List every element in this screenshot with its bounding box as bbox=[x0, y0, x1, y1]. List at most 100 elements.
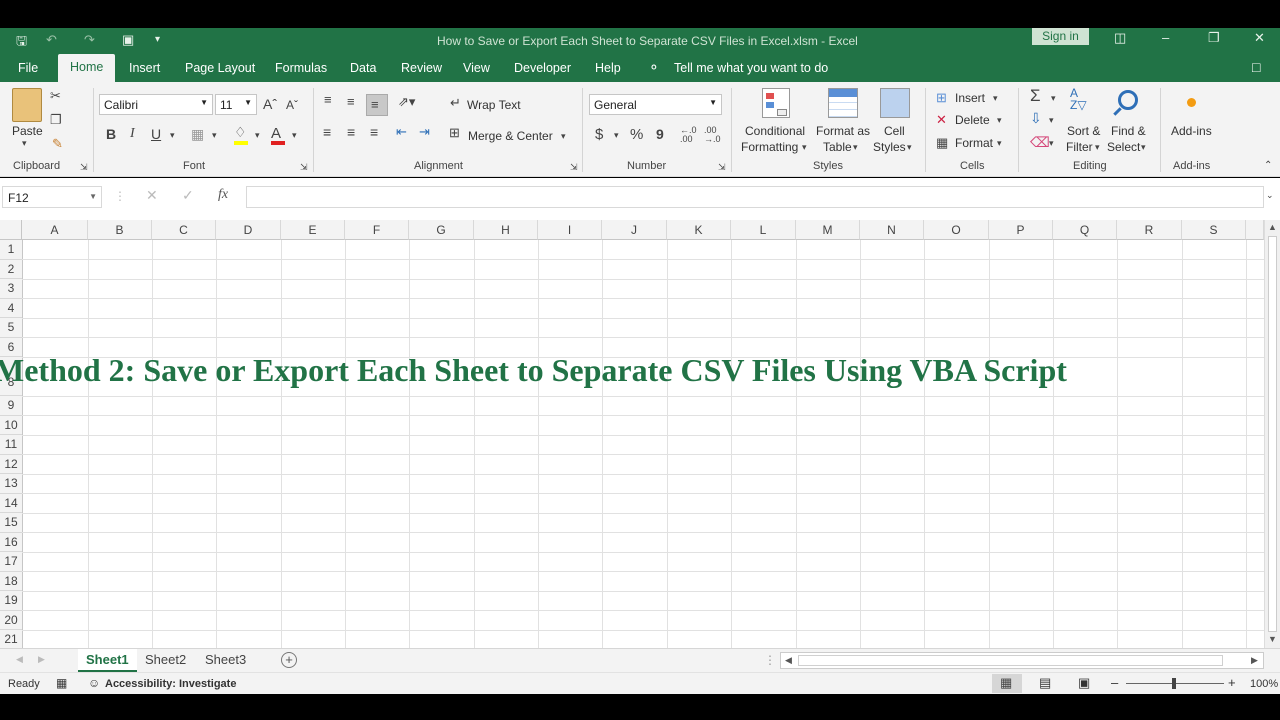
column-header[interactable]: E bbox=[281, 220, 345, 240]
undo-icon[interactable]: ↶ bbox=[46, 32, 57, 48]
save-icon[interactable]: 🖫 bbox=[16, 32, 27, 54]
row-header[interactable]: 9 bbox=[0, 396, 22, 416]
ribbon-display-icon[interactable]: ◫ bbox=[1114, 30, 1126, 46]
tab-data[interactable]: Data bbox=[350, 61, 376, 75]
tab-insert[interactable]: Insert bbox=[129, 61, 160, 75]
row-header[interactable]: 1 bbox=[0, 240, 22, 260]
zoom-slider-thumb[interactable] bbox=[1172, 678, 1176, 689]
sort-filter-dropdown-icon[interactable]: ▾ bbox=[1095, 142, 1100, 153]
tab-view[interactable]: View bbox=[463, 61, 490, 75]
scroll-right-icon[interactable]: ▶ bbox=[1251, 655, 1258, 666]
tell-me-search[interactable]: Tell me what you want to do bbox=[674, 61, 828, 75]
align-right-icon[interactable]: ≡ bbox=[370, 124, 378, 140]
conditional-formatting-line2[interactable]: Formatting bbox=[741, 140, 798, 154]
row-header[interactable]: 15 bbox=[0, 513, 22, 533]
delete-cells-dropdown-icon[interactable]: ▾ bbox=[997, 115, 1002, 126]
format-painter-icon[interactable]: ✎ bbox=[52, 136, 63, 152]
top-align-icon[interactable]: ≡ bbox=[324, 92, 332, 107]
delete-cells-icon[interactable]: ✕ bbox=[936, 112, 947, 128]
zoom-level[interactable]: 100% bbox=[1250, 678, 1278, 690]
column-header[interactable]: P bbox=[989, 220, 1053, 240]
sort-filter-line2[interactable]: Filter bbox=[1066, 140, 1093, 154]
column-header[interactable]: I bbox=[538, 220, 602, 240]
row-header[interactable]: 10 bbox=[0, 415, 22, 435]
page-break-view-icon[interactable]: ▣ bbox=[1078, 675, 1090, 691]
row-header[interactable]: 11 bbox=[0, 435, 22, 455]
clipboard-launcher-icon[interactable]: ⇲ bbox=[80, 162, 88, 173]
conditional-formatting-line1[interactable]: Conditional bbox=[745, 124, 805, 138]
increase-font-icon[interactable]: Aˆ bbox=[263, 96, 277, 112]
macro-recording-icon[interactable]: ▦ bbox=[56, 676, 67, 690]
increase-decimal-icon[interactable]: ←.0.00 bbox=[680, 126, 697, 144]
paste-button[interactable]: Paste bbox=[12, 124, 43, 138]
sheet-tab-sheet2[interactable]: Sheet2 bbox=[137, 649, 194, 672]
tab-review[interactable]: Review bbox=[401, 61, 442, 75]
font-launcher-icon[interactable]: ⇲ bbox=[300, 162, 308, 173]
fill-dropdown-icon[interactable]: ▾ bbox=[1049, 115, 1054, 126]
column-header[interactable]: C bbox=[152, 220, 216, 240]
row-header[interactable]: 3 bbox=[0, 279, 22, 299]
zoom-in-icon[interactable]: + bbox=[1228, 675, 1236, 690]
decrease-decimal-icon[interactable]: .00 →.0 bbox=[704, 126, 721, 144]
find-select-line2[interactable]: Select bbox=[1107, 140, 1140, 154]
format-cells-button[interactable]: Format bbox=[955, 136, 993, 150]
comments-icon[interactable]: □ bbox=[1252, 59, 1260, 75]
autosum-icon[interactable]: Σ bbox=[1030, 86, 1041, 106]
fill-icon[interactable]: ⇩ bbox=[1030, 110, 1042, 127]
clear-icon[interactable]: ⌫ bbox=[1030, 134, 1050, 151]
vertical-scrollbar[interactable]: ▲ ▼ bbox=[1264, 220, 1280, 648]
tab-split-icon[interactable]: ⋮ bbox=[764, 653, 776, 667]
vertical-scroll-thumb[interactable] bbox=[1268, 236, 1277, 632]
restore-icon[interactable]: ❐ bbox=[1208, 30, 1220, 46]
column-header[interactable]: R bbox=[1117, 220, 1182, 240]
column-header[interactable]: O bbox=[924, 220, 989, 240]
insert-cells-icon[interactable]: ⊞ bbox=[936, 90, 947, 106]
prev-sheet-icon[interactable]: ◀ bbox=[16, 654, 23, 665]
font-name-dropdown[interactable]: Calibri ▼ bbox=[99, 94, 213, 115]
format-cells-dropdown-icon[interactable]: ▾ bbox=[997, 138, 1002, 149]
formula-input[interactable] bbox=[246, 186, 1264, 208]
next-sheet-icon[interactable]: ▶ bbox=[38, 654, 45, 665]
column-header[interactable]: N bbox=[860, 220, 924, 240]
autosum-dropdown-icon[interactable]: ▾ bbox=[1051, 93, 1056, 104]
accessibility-status[interactable]: Accessibility: Investigate bbox=[105, 678, 236, 690]
insert-cells-button[interactable]: Insert bbox=[955, 91, 985, 105]
cell-styles-line2[interactable]: Styles bbox=[873, 140, 906, 154]
column-header[interactable]: Q bbox=[1053, 220, 1117, 240]
name-box[interactable]: F12 ▼ bbox=[2, 186, 102, 208]
underline-dropdown-icon[interactable]: ▾ bbox=[170, 130, 175, 141]
zoom-out-icon[interactable]: – bbox=[1111, 675, 1118, 690]
redo-icon[interactable]: ↷ bbox=[84, 32, 95, 48]
middle-align-icon[interactable]: ≡ bbox=[347, 94, 355, 109]
bold-button[interactable]: B bbox=[106, 126, 116, 142]
tab-help[interactable]: Help bbox=[595, 61, 621, 75]
sort-filter-line1[interactable]: Sort & bbox=[1067, 124, 1100, 138]
percent-button[interactable]: % bbox=[630, 126, 643, 143]
number-format-dropdown[interactable]: General ▼ bbox=[589, 94, 722, 115]
find-select-dropdown-icon[interactable]: ▾ bbox=[1141, 142, 1146, 153]
scroll-left-icon[interactable]: ◀ bbox=[785, 655, 792, 666]
wrap-text-button[interactable]: Wrap Text bbox=[467, 98, 521, 112]
increase-indent-icon[interactable]: ⇥ bbox=[419, 124, 430, 140]
close-icon[interactable]: ✕ bbox=[1254, 30, 1265, 46]
column-header[interactable]: G bbox=[409, 220, 474, 240]
scroll-down-icon[interactable]: ▼ bbox=[1268, 634, 1277, 644]
column-header[interactable]: H bbox=[474, 220, 538, 240]
row-header[interactable]: 4 bbox=[0, 298, 22, 318]
conditional-formatting-dropdown-icon[interactable]: ▾ bbox=[802, 142, 807, 153]
select-all-corner[interactable] bbox=[0, 220, 22, 240]
row-header[interactable]: 20 bbox=[0, 610, 22, 630]
currency-dropdown-icon[interactable]: ▾ bbox=[614, 130, 619, 141]
cut-icon[interactable]: ✂ bbox=[50, 88, 61, 104]
borders-dropdown-icon[interactable]: ▾ bbox=[212, 130, 217, 141]
fill-color-dropdown-icon[interactable]: ▾ bbox=[255, 130, 260, 141]
comma-button[interactable]: 9 bbox=[656, 126, 664, 142]
horizontal-scrollbar[interactable]: ◀ ▶ bbox=[780, 652, 1264, 669]
decrease-font-icon[interactable]: Aˇ bbox=[286, 98, 298, 112]
column-header[interactable]: F bbox=[345, 220, 409, 240]
column-header[interactable]: B bbox=[88, 220, 152, 240]
tab-file[interactable]: File bbox=[18, 61, 38, 75]
wrap-text-icon[interactable]: ↵ bbox=[450, 95, 461, 111]
row-header[interactable]: 13 bbox=[0, 474, 22, 494]
column-header[interactable]: A bbox=[22, 220, 88, 240]
